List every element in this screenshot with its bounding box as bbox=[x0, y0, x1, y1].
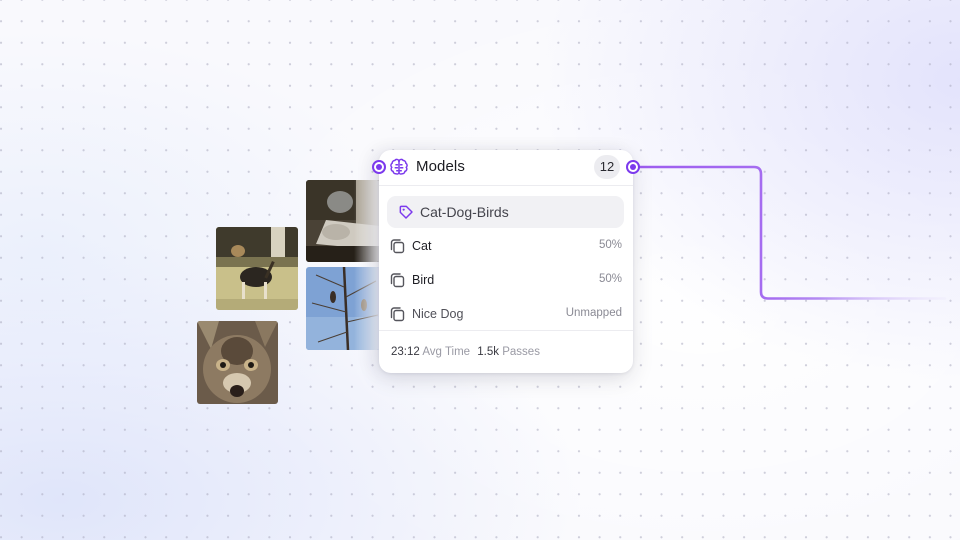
copy-icon bbox=[390, 239, 405, 254]
input-port[interactable] bbox=[372, 160, 386, 174]
copy-icon bbox=[390, 307, 405, 322]
class-row-cat[interactable]: Cat 50% bbox=[379, 233, 633, 259]
output-port[interactable] bbox=[626, 160, 640, 174]
card-header: Models 12 bbox=[379, 150, 633, 186]
passes-value: 1.5k bbox=[477, 346, 500, 358]
dog-photo bbox=[216, 227, 298, 310]
class-value: 50% bbox=[598, 239, 622, 251]
node-title: Models bbox=[416, 158, 465, 175]
card-footer: 23:12 Avg Time 1.5k Passes bbox=[379, 330, 633, 373]
cat-face-photo bbox=[197, 321, 278, 404]
class-value: 50% bbox=[598, 273, 622, 285]
class-label: Cat bbox=[412, 239, 432, 253]
class-row-nice-dog[interactable]: Nice Dog Unmapped bbox=[379, 301, 633, 327]
models-node-card[interactable]: Models 12 Cat-Dog-Birds Cat 50% Bird 50%… bbox=[379, 150, 633, 373]
class-label: Bird bbox=[412, 273, 435, 287]
image-tile-dog[interactable] bbox=[216, 227, 298, 310]
avg-time-value: 23:12 bbox=[391, 346, 420, 358]
cat-bird-photo bbox=[306, 180, 380, 262]
footer-stats: 23:12 Avg Time 1.5k Passes bbox=[391, 346, 544, 358]
image-tile-birds[interactable] bbox=[306, 267, 380, 350]
avg-time-label: Avg Time bbox=[422, 346, 471, 358]
passes-label: Passes bbox=[502, 346, 540, 358]
copy-icon bbox=[390, 273, 405, 288]
birds-branch-photo bbox=[306, 267, 380, 350]
image-tile-cat-bird[interactable] bbox=[306, 180, 380, 262]
brain-icon bbox=[390, 158, 408, 175]
image-tile-cat-face[interactable] bbox=[197, 321, 278, 404]
tag-icon bbox=[399, 205, 413, 219]
class-value: Unmapped bbox=[565, 307, 622, 319]
count-badge: 12 bbox=[594, 155, 620, 179]
tag-pill[interactable]: Cat-Dog-Birds bbox=[387, 196, 624, 228]
class-row-bird[interactable]: Bird 50% bbox=[379, 267, 633, 293]
class-label: Nice Dog bbox=[412, 307, 464, 321]
tag-label: Cat-Dog-Birds bbox=[420, 204, 509, 220]
